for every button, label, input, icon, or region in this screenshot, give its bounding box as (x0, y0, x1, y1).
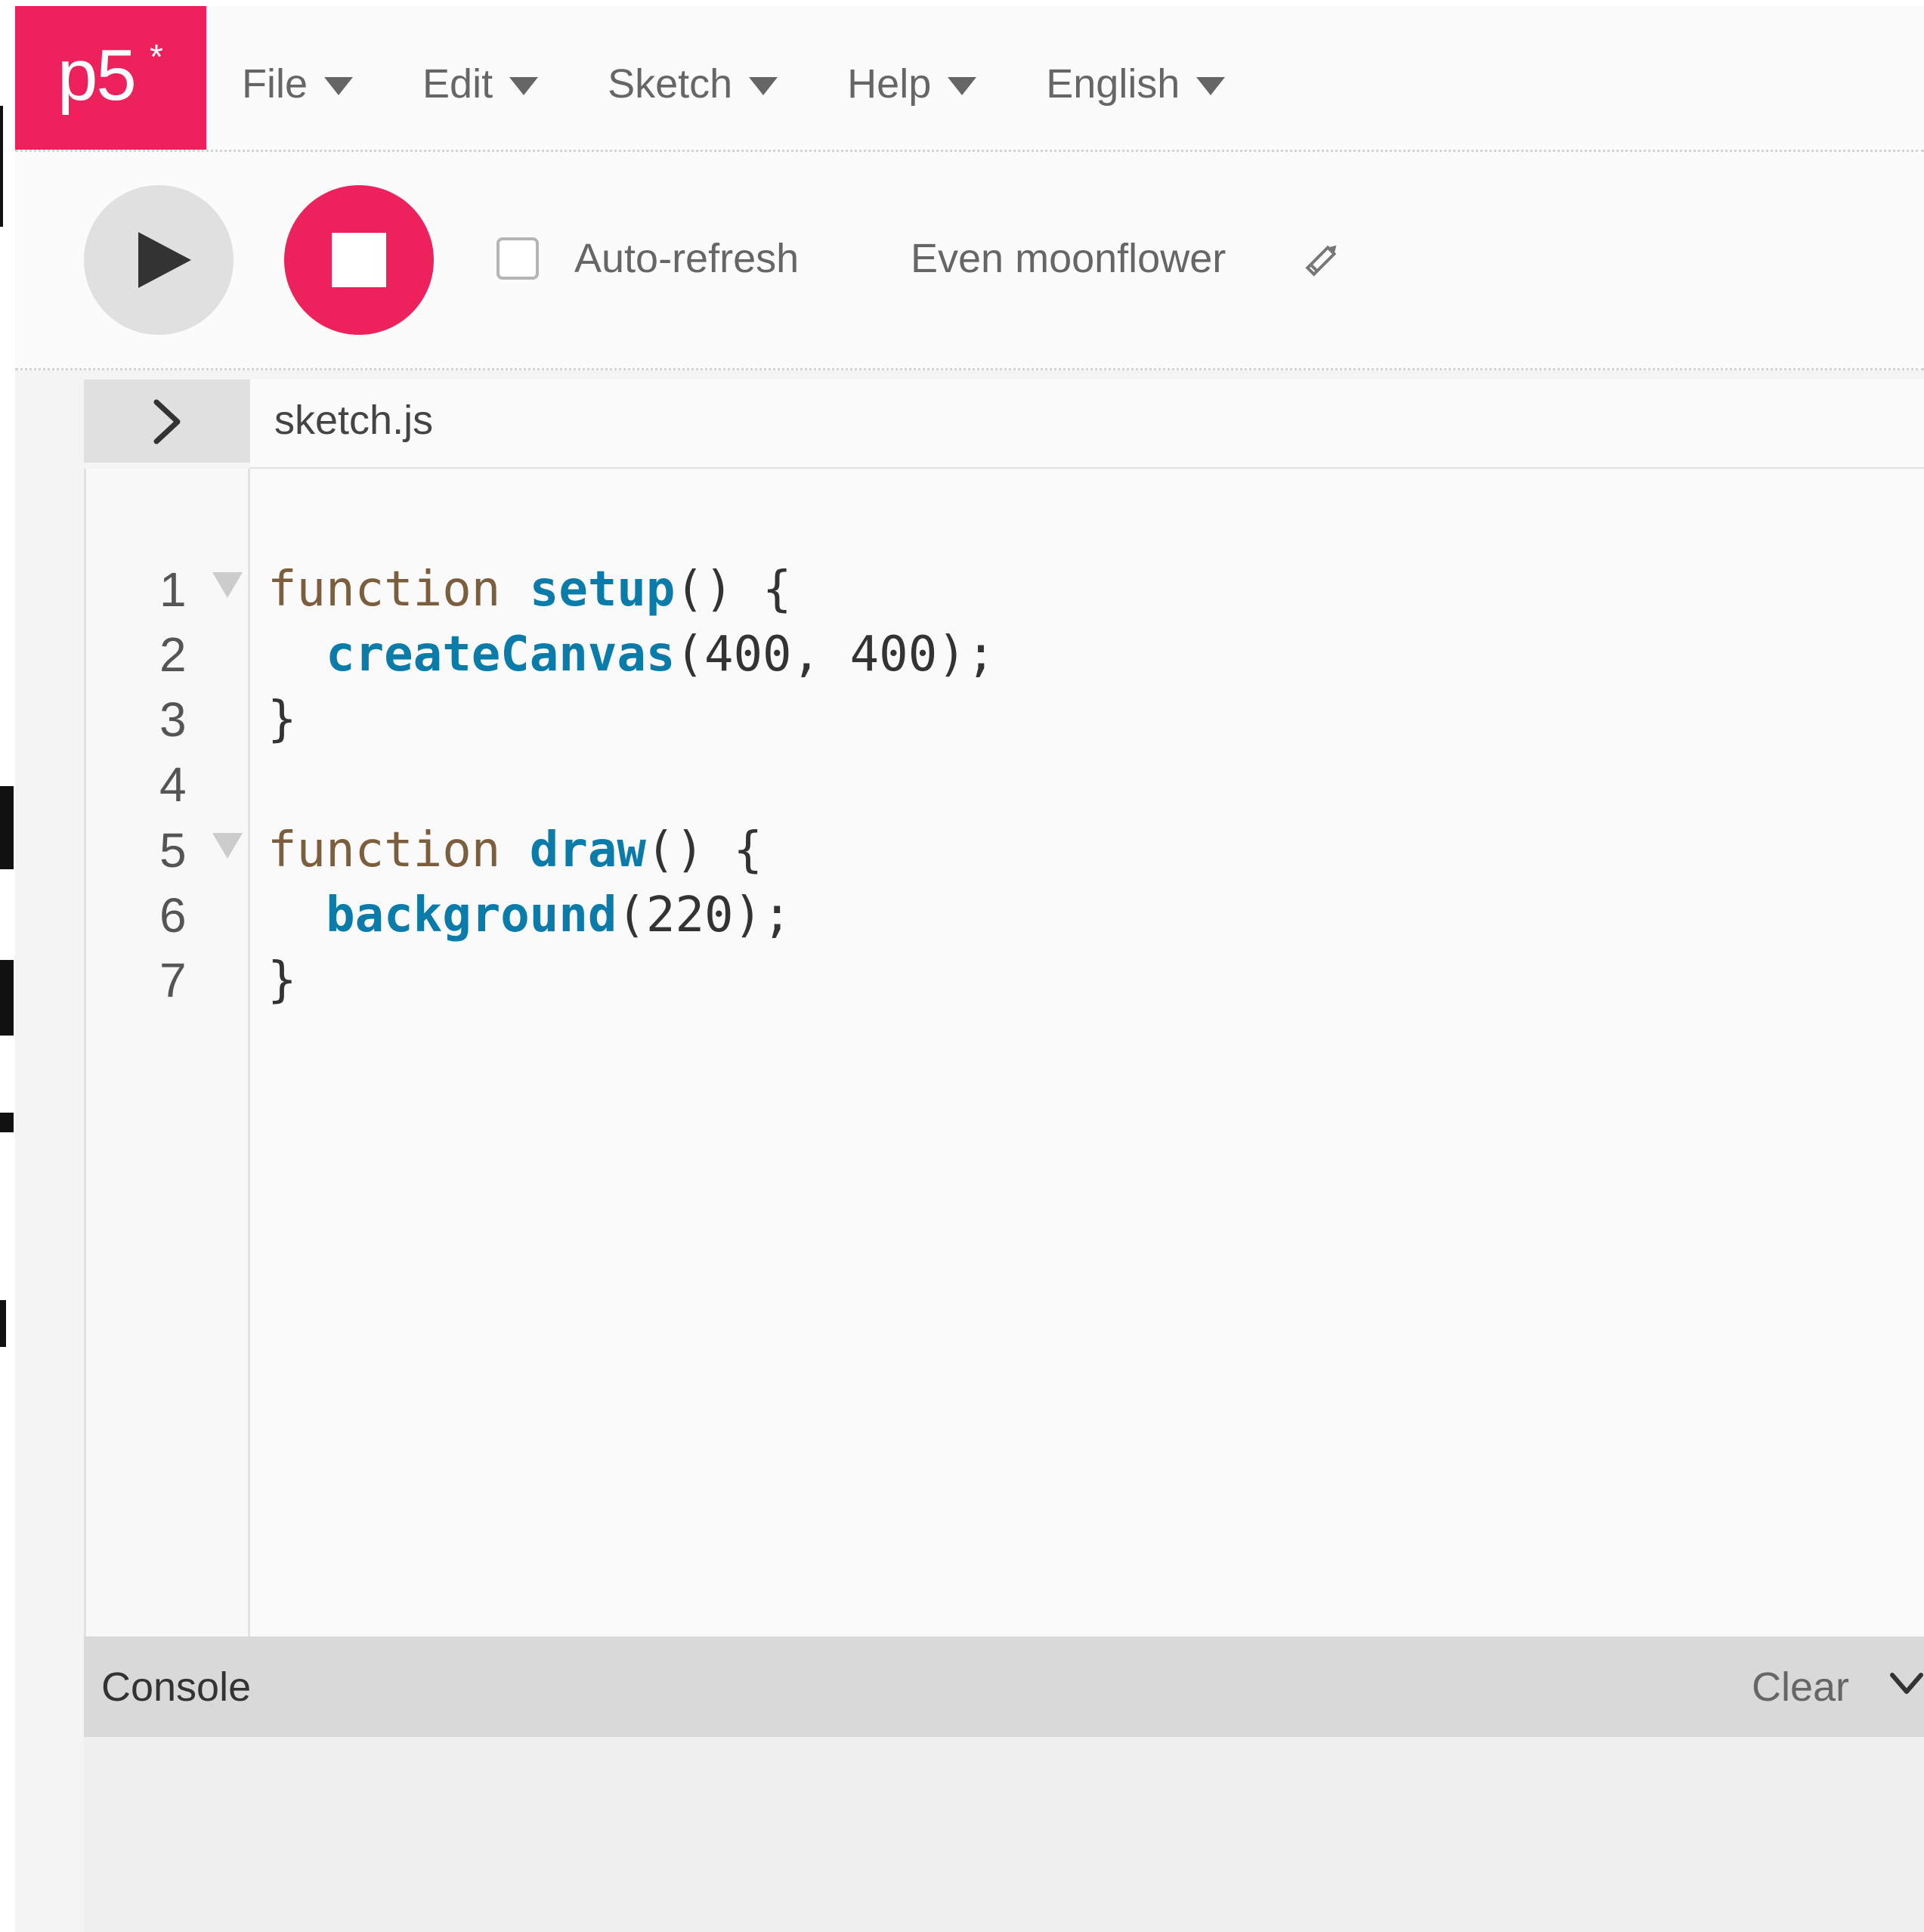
logo-text: p5 (57, 35, 137, 116)
sketch-name[interactable]: Even moonflower (911, 232, 1226, 285)
file-tab-strip (250, 379, 1924, 469)
toggle-sidebar-button[interactable] (84, 379, 250, 463)
caret-down-icon (324, 77, 354, 95)
console-title: Console (101, 1664, 252, 1710)
code-token: (400, 400); (675, 627, 996, 683)
caret-down-icon (509, 77, 539, 95)
code-function-name: draw (529, 822, 646, 878)
code-function-name: createCanvas (326, 627, 676, 683)
edge-fragment (0, 106, 8, 227)
code-keyword: function (268, 822, 501, 878)
line-number: 6 (159, 888, 187, 943)
code-token: () { (675, 562, 792, 618)
stop-button[interactable] (284, 185, 434, 335)
code-text: } (268, 687, 297, 752)
edge-fragment (0, 960, 14, 1036)
p5-editor-window: p5 * File Edit Sketch Help English Auto-… (0, 0, 1924, 1932)
chevron-right-icon (153, 399, 181, 444)
caret-down-icon (749, 77, 778, 95)
console-clear-button[interactable]: Clear (1752, 1660, 1849, 1714)
code-text: function draw() { (268, 818, 762, 883)
logo-asterisk: * (150, 37, 163, 76)
menu-edit-label: Edit (422, 61, 493, 107)
menu-language[interactable]: English (1046, 60, 1226, 107)
menu-file-label: File (242, 61, 308, 107)
menu-language-label: English (1046, 61, 1180, 107)
play-icon (138, 232, 191, 288)
fold-arrow-icon[interactable] (212, 572, 243, 598)
line-number: 3 (159, 692, 187, 747)
edge-fragment (0, 1300, 6, 1347)
chevron-down-icon[interactable] (1889, 1667, 1924, 1702)
line-number: 7 (159, 953, 187, 1008)
auto-refresh-label[interactable]: Auto-refresh (574, 232, 799, 285)
auto-refresh-checkbox[interactable] (496, 237, 539, 280)
code-line[interactable]: 3 } (84, 687, 1924, 752)
code-line[interactable]: 2 createCanvas(400, 400); (84, 622, 1924, 687)
menu-edit[interactable]: Edit (422, 60, 539, 107)
line-number: 2 (159, 627, 187, 682)
code-line[interactable]: 4 (84, 752, 1924, 817)
p5-logo[interactable]: p5 * (15, 6, 206, 150)
code-token: } (268, 692, 297, 748)
menu-sketch-label: Sketch (608, 61, 733, 107)
code-line[interactable]: 5 function draw() { (84, 818, 1924, 883)
menu-help[interactable]: Help (847, 60, 977, 107)
menu-sketch[interactable]: Sketch (608, 60, 778, 107)
line-number: 4 (159, 757, 187, 812)
menu-help-label: Help (847, 61, 932, 107)
code-text: createCanvas(400, 400); (268, 622, 995, 687)
code-function-name: background (326, 887, 617, 943)
menu-bar: File Edit Sketch Help English (242, 50, 1295, 118)
caret-down-icon (948, 77, 977, 95)
top-nav: p5 * File Edit Sketch Help English (15, 6, 1924, 152)
toolbar: Auto-refresh Even moonflower (15, 152, 1924, 370)
code-line[interactable]: 1 function setup() { (84, 557, 1924, 622)
code-line[interactable]: 7 } (84, 948, 1924, 1013)
code-keyword: function (268, 562, 501, 618)
file-tab-sketch-js[interactable]: sketch.js (274, 393, 433, 447)
code-text: background(220); (268, 883, 792, 948)
code-text: } (268, 948, 297, 1013)
code-function-name: setup (529, 562, 676, 618)
code-text: function setup() { (268, 557, 792, 622)
menu-file[interactable]: File (242, 60, 354, 107)
stop-icon (332, 233, 386, 287)
console-header[interactable] (84, 1636, 1924, 1737)
code-line[interactable]: 6 background(220); (84, 883, 1924, 948)
edge-fragment (0, 1113, 14, 1132)
console-output (84, 1737, 1924, 1932)
fold-arrow-icon[interactable] (212, 833, 243, 859)
code-token: (220); (617, 887, 792, 943)
pencil-icon[interactable] (1300, 237, 1345, 282)
play-button[interactable] (84, 185, 234, 335)
code-token: () { (645, 822, 763, 878)
code-token: } (268, 952, 297, 1008)
edge-fragment (0, 786, 14, 869)
caret-down-icon (1196, 77, 1226, 95)
